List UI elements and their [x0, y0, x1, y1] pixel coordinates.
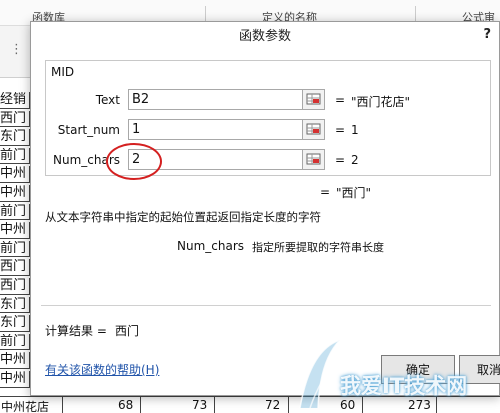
- arg-result-start-num: 1: [351, 123, 359, 137]
- row-label-cell[interactable]: 东门: [0, 129, 30, 146]
- calc-result-value: 西门: [115, 324, 140, 338]
- calc-result-label: 计算结果 =: [45, 324, 107, 338]
- ok-button[interactable]: 确定: [381, 355, 455, 384]
- cell-value[interactable]: 73: [192, 398, 207, 412]
- equals-sign: =: [335, 153, 346, 167]
- more-icon[interactable]: ⋮: [10, 42, 23, 57]
- collapse-dialog-button[interactable]: [302, 89, 325, 110]
- row-label-cell[interactable]: 前门: [0, 333, 30, 351]
- function-arguments-dialog: 函数参数 ? MID Text = "西门花店" Start_num: [30, 21, 500, 396]
- cell-value[interactable]: 60: [340, 398, 355, 412]
- equals-sign: =: [335, 93, 346, 107]
- arg-label-start-num: Start_num: [57, 123, 120, 137]
- collapse-dialog-button[interactable]: [302, 119, 325, 140]
- function-name: MID: [51, 65, 75, 79]
- row-label-cell[interactable]: 中州: [0, 222, 30, 239]
- row-label-cell[interactable]: 西门: [0, 110, 30, 128]
- highlight-circle: [106, 143, 162, 180]
- arg-result-num-chars: 2: [351, 153, 359, 167]
- row-label-cell[interactable]: 中州: [0, 185, 30, 202]
- range-select-icon: [306, 153, 321, 165]
- row-label-cell[interactable]: 中州: [0, 352, 30, 369]
- cell-value[interactable]: 273: [408, 398, 431, 412]
- divider: [41, 305, 491, 306]
- cancel-button[interactable]: 取消: [459, 355, 500, 384]
- cell-value[interactable]: 72: [265, 398, 280, 412]
- row-label-cell[interactable]: 中州: [0, 371, 30, 388]
- row-label-cell[interactable]: 西门: [0, 278, 30, 295]
- equals-sign: =: [335, 123, 346, 137]
- row-label-cell[interactable]: 前门: [0, 147, 30, 165]
- arg-label-text: Text: [95, 93, 120, 107]
- range-select-icon: [306, 123, 321, 135]
- param-description: 指定所要提取的字符串长度: [252, 241, 384, 254]
- range-select-icon: [306, 93, 321, 105]
- equals-sign: =: [320, 185, 331, 199]
- function-description: 从文本字符串中指定的起始位置起返回指定长度的字符: [45, 210, 321, 224]
- param-name: Num_chars: [177, 239, 245, 253]
- row-label-cell[interactable]: 前门: [0, 240, 30, 258]
- row-label-cell[interactable]: 经销: [0, 92, 30, 109]
- row-label-cell[interactable]: 东门: [0, 296, 30, 314]
- cell-name[interactable]: 中州花店: [1, 398, 49, 413]
- row-label-cell[interactable]: 前门: [0, 203, 30, 221]
- function-help-link[interactable]: 有关该函数的帮助(H): [45, 361, 159, 378]
- formula-result: "西门": [336, 186, 372, 200]
- dialog-title: 函数参数: [238, 29, 291, 44]
- row-label-cell[interactable]: 中州: [0, 166, 30, 183]
- arg-result-text: "西门花店": [351, 95, 411, 109]
- table-row[interactable]: 中州花店 68 73 72 60 273: [0, 396, 500, 413]
- help-icon[interactable]: ?: [483, 27, 491, 42]
- row-label-cell[interactable]: 西门: [0, 259, 30, 276]
- text-input[interactable]: [128, 89, 303, 110]
- start-num-input[interactable]: [128, 119, 303, 140]
- row-label-cell[interactable]: 东门: [0, 315, 30, 332]
- collapse-dialog-button[interactable]: [302, 149, 325, 170]
- cell-value[interactable]: 68: [118, 398, 133, 412]
